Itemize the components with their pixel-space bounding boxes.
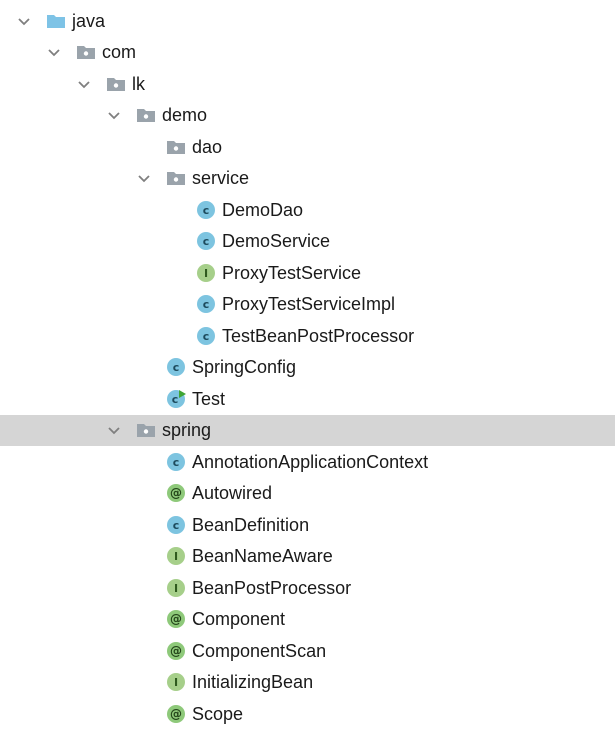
node-label-service: service (192, 168, 250, 188)
node-label-demoservice: DemoService (222, 231, 331, 251)
node-label-demo: demo (162, 105, 208, 125)
node-label-springconfig: SpringConfig (192, 357, 297, 377)
chevron-down-icon[interactable] (17, 14, 31, 28)
chevron-down-icon[interactable] (107, 423, 121, 437)
tree-node-test[interactable]: c Test (0, 384, 615, 415)
node-label-demodao: DemoDao (222, 200, 304, 220)
svg-text:c: c (203, 330, 210, 343)
chevron-down-icon[interactable] (107, 108, 121, 122)
svg-text:@: @ (170, 486, 182, 500)
tree-node-java[interactable]: java (0, 6, 615, 37)
tree-node-demoservice[interactable]: c DemoService (0, 226, 615, 257)
svg-text:c: c (203, 204, 210, 217)
node-label-dao: dao (192, 137, 223, 157)
annotation-at-icon: @ (167, 642, 185, 660)
package-folder-icon (107, 78, 125, 91)
node-label-beandefinition: BeanDefinition (192, 515, 310, 535)
tree-node-beandefinition[interactable]: c BeanDefinition (0, 510, 615, 541)
class-c-icon: c (167, 516, 185, 534)
interface-i-icon: I (167, 673, 185, 691)
annotation-at-icon: @ (167, 705, 185, 723)
tree-node-proxytestserviceimpl[interactable]: c ProxyTestServiceImpl (0, 289, 615, 320)
svg-text:@: @ (170, 707, 182, 721)
tree-node-annotationapplicationcontext[interactable]: c AnnotationApplicationContext (0, 447, 615, 478)
interface-i-icon: I (197, 264, 215, 282)
chevron-down-icon[interactable] (137, 171, 151, 185)
chevron-down-icon[interactable] (77, 77, 91, 91)
tree-node-componentscan[interactable]: @ ComponentScan (0, 636, 615, 667)
node-label-autowired: Autowired (192, 483, 273, 503)
tree-node-spring[interactable]: spring (0, 415, 615, 446)
class-c-icon: c (197, 201, 215, 219)
node-label-test: Test (192, 389, 226, 409)
class-c-icon: c (197, 327, 215, 345)
package-folder-icon (77, 46, 95, 59)
annotation-at-icon: @ (167, 484, 185, 502)
runnable-class-icon: c (167, 390, 186, 408)
node-label-scope: Scope (192, 704, 244, 724)
tree-node-service[interactable]: service (0, 163, 615, 194)
tree-node-testbeanpostprocessor[interactable]: c TestBeanPostProcessor (0, 321, 615, 352)
tree-node-proxytestservice[interactable]: I ProxyTestService (0, 258, 615, 289)
tree-node-scope[interactable]: @ Scope (0, 699, 615, 730)
node-label-beanpostprocessor: BeanPostProcessor (192, 578, 352, 598)
tree-node-autowired[interactable]: @ Autowired (0, 478, 615, 509)
package-folder-icon (167, 172, 185, 185)
node-label-com: com (102, 42, 137, 62)
tree-node-demo[interactable]: demo (0, 100, 615, 131)
package-folder-icon (137, 424, 155, 437)
tree-node-beannameaware[interactable]: I BeanNameAware (0, 541, 615, 572)
node-label-testbeanpostprocessor: TestBeanPostProcessor (222, 326, 415, 346)
svg-text:@: @ (170, 644, 182, 658)
node-label-java: java (72, 11, 106, 31)
tree-node-springconfig[interactable]: c SpringConfig (0, 352, 615, 383)
class-c-icon: c (197, 295, 215, 313)
svg-text:c: c (172, 393, 179, 406)
svg-text:I: I (174, 550, 178, 563)
package-folder-icon (137, 109, 155, 122)
annotation-at-icon: @ (167, 610, 185, 628)
node-label-componentscan: ComponentScan (192, 641, 327, 661)
node-label-component: Component (192, 609, 286, 629)
class-c-icon: c (167, 358, 185, 376)
svg-text:c: c (173, 456, 180, 469)
tree-node-com[interactable]: com (0, 37, 615, 68)
tree-node-lk[interactable]: lk (0, 69, 615, 100)
interface-i-icon: I (167, 579, 185, 597)
node-label-beannameaware: BeanNameAware (192, 546, 333, 566)
svg-text:@: @ (170, 612, 182, 626)
class-c-icon: c (167, 453, 185, 471)
node-label-proxytestservice: ProxyTestService (222, 263, 362, 283)
svg-text:I: I (174, 582, 178, 595)
source-folder-icon (47, 15, 65, 28)
tree-node-dao[interactable]: dao (0, 132, 615, 163)
svg-text:c: c (173, 519, 180, 532)
tree-node-demodao[interactable]: c DemoDao (0, 195, 615, 226)
class-c-icon: c (197, 232, 215, 250)
tree-node-component[interactable]: @ Component (0, 604, 615, 635)
svg-text:I: I (204, 267, 208, 280)
interface-i-icon: I (167, 547, 185, 565)
package-folder-icon (167, 141, 185, 154)
svg-text:c: c (203, 235, 210, 248)
node-label-initializingbean: InitializingBean (192, 672, 314, 692)
node-label-annotationapplicationcontext: AnnotationApplicationContext (192, 452, 429, 472)
tree-node-initializingbean[interactable]: I InitializingBean (0, 667, 615, 698)
svg-text:c: c (173, 361, 180, 374)
svg-text:c: c (203, 298, 210, 311)
project-tree: java com lk demo dao service c DemoDao c… (0, 0, 615, 732)
svg-text:I: I (174, 676, 178, 689)
chevron-down-icon[interactable] (47, 45, 61, 59)
tree-node-beanpostprocessor[interactable]: I BeanPostProcessor (0, 573, 615, 604)
node-label-spring: spring (162, 420, 212, 440)
node-label-proxytestserviceimpl: ProxyTestServiceImpl (222, 294, 396, 314)
node-label-lk: lk (132, 74, 145, 94)
